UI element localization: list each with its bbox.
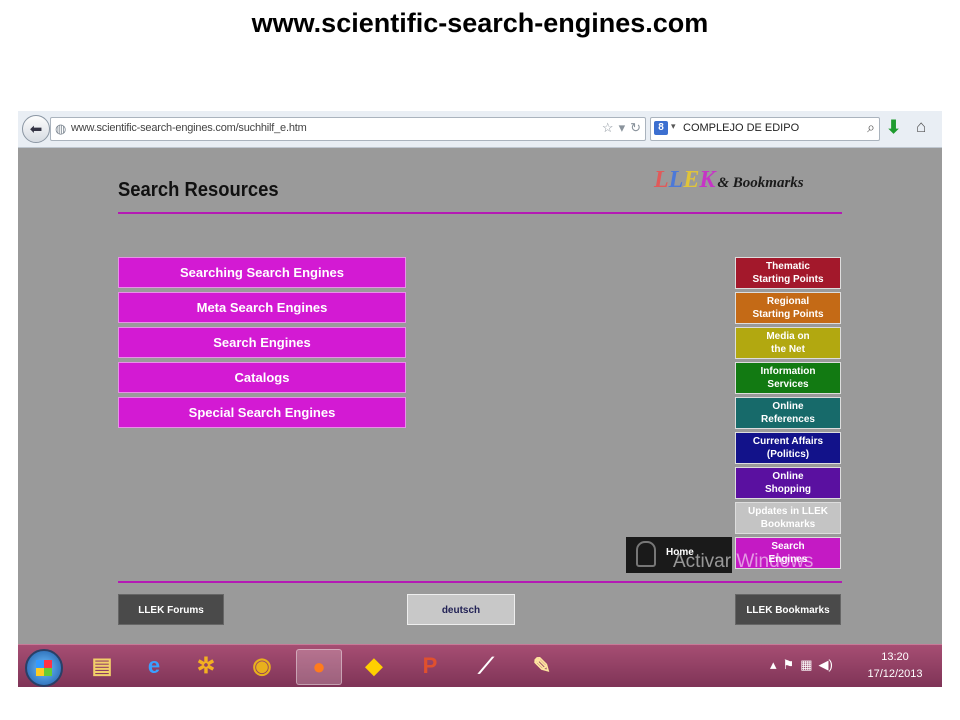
side-online-shopping[interactable]: Online Shopping bbox=[735, 467, 841, 499]
side-information-services[interactable]: Information Services bbox=[735, 362, 841, 394]
search-box[interactable]: 8 ▾ COMPLEJO DE EDIPO ⌕ bbox=[650, 117, 880, 141]
clock-time: 13:20 bbox=[881, 651, 909, 663]
llek-bookmarks-button[interactable]: LLEK Bookmarks bbox=[735, 594, 841, 625]
side-thematic-starting-points[interactable]: Thematic Starting Points bbox=[735, 257, 841, 289]
action-center-icon[interactable]: ⚑ bbox=[783, 657, 795, 672]
menu-searching-search-engines[interactable]: Searching Search Engines bbox=[118, 257, 406, 288]
paint-icon[interactable]: ✎ bbox=[520, 649, 564, 683]
side-regional-starting-points[interactable]: Regional Starting Points bbox=[735, 292, 841, 324]
person-icon bbox=[636, 541, 656, 567]
start-button[interactable] bbox=[25, 649, 63, 687]
media-player-icon[interactable]: ✲ bbox=[184, 649, 228, 683]
slide-title: www.scientific-search-engines.com bbox=[251, 8, 709, 38]
menu-catalogs[interactable]: Catalogs bbox=[118, 362, 406, 393]
volume-icon[interactable]: ◀) bbox=[818, 657, 832, 672]
tray-up-arrow-icon[interactable]: ▴ bbox=[770, 657, 777, 672]
bottom-divider bbox=[118, 581, 842, 583]
windows-taskbar: ▤ e ✲ ◉ ● ◆ P ⟋ ✎ ▴ ⚑ ▦ ◀) 13:20 17/12/2013 bbox=[18, 644, 942, 687]
network-icon[interactable]: ▦ bbox=[800, 657, 812, 672]
top-divider bbox=[118, 212, 842, 214]
internet-explorer-icon[interactable]: e bbox=[132, 649, 176, 683]
side-media-on-the-net[interactable]: Media on the Net bbox=[735, 327, 841, 359]
llek-forums-button[interactable]: LLEK Forums bbox=[118, 594, 224, 625]
side-online-references[interactable]: Online References bbox=[735, 397, 841, 429]
file-explorer-icon[interactable]: ▤ bbox=[80, 649, 124, 683]
deutsch-button[interactable]: deutsch bbox=[407, 594, 515, 625]
search-input-value[interactable]: COMPLEJO DE EDIPO bbox=[683, 122, 799, 134]
app-icon-colorful[interactable]: ◆ bbox=[352, 649, 396, 683]
globe-icon: ◍ bbox=[55, 121, 67, 136]
side-current-affairs[interactable]: Current Affairs (Politics) bbox=[735, 432, 841, 464]
menu-special-search-engines[interactable]: Special Search Engines bbox=[118, 397, 406, 428]
activate-windows-watermark: Activar Windows bbox=[673, 551, 814, 572]
browser-toolbar: ⬅ ◍ www.scientific-search-engines.com/su… bbox=[18, 111, 942, 148]
url-text: www.scientific-search-engines.com/suchhi… bbox=[71, 122, 307, 134]
search-engine-icon[interactable]: 8 bbox=[654, 121, 668, 135]
menu-meta-search-engines[interactable]: Meta Search Engines bbox=[118, 292, 406, 323]
system-tray: ▴ ⚑ ▦ ◀) bbox=[770, 657, 839, 673]
back-button[interactable]: ⬅ bbox=[22, 115, 50, 143]
dropdown-arrow-icon[interactable]: ▾ bbox=[619, 120, 626, 135]
page-title: Search Resources bbox=[118, 179, 279, 201]
menu-search-engines[interactable]: Search Engines bbox=[118, 327, 406, 358]
side-updates[interactable]: Updates in LLEK Bookmarks bbox=[735, 502, 841, 534]
reload-icon[interactable]: ↻ bbox=[630, 120, 641, 135]
download-icon[interactable]: ⬇ bbox=[886, 117, 901, 138]
side-menu: Thematic Starting Points Regional Starti… bbox=[735, 257, 841, 572]
url-bar[interactable]: ◍ www.scientific-search-engines.com/such… bbox=[50, 117, 646, 141]
bookmark-star-icon[interactable]: ☆ bbox=[602, 120, 614, 135]
back-arrow-icon: ⬅ bbox=[29, 121, 43, 138]
llek-logo[interactable]: LLEK & Bookmarks bbox=[654, 167, 804, 194]
clock-date: 17/12/2013 bbox=[867, 668, 923, 680]
home-icon[interactable]: ⌂ bbox=[916, 117, 926, 137]
taskbar-clock[interactable]: 13:20 17/12/2013 bbox=[860, 649, 930, 683]
firefox-icon[interactable]: ● bbox=[296, 649, 342, 685]
app-icon-graph[interactable]: ⟋ bbox=[464, 649, 508, 683]
engine-dropdown-icon[interactable]: ▾ bbox=[671, 121, 676, 132]
search-icon[interactable]: ⌕ bbox=[867, 119, 875, 136]
browser-screenshot: ⬅ ◍ www.scientific-search-engines.com/su… bbox=[18, 111, 942, 687]
main-menu: Searching Search Engines Meta Search Eng… bbox=[118, 257, 406, 432]
chrome-icon[interactable]: ◉ bbox=[240, 649, 284, 683]
powerpoint-icon[interactable]: P bbox=[408, 649, 452, 683]
